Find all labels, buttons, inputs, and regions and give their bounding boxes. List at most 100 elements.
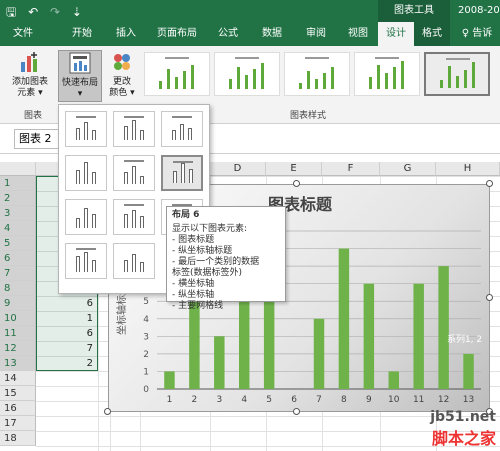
row-header-10[interactable]: 10 [0, 311, 36, 326]
chart-tools-label: 图表工具 [378, 0, 450, 22]
chart-style-2[interactable] [214, 52, 280, 96]
tab-design[interactable]: 设计 [378, 22, 414, 46]
layout-3[interactable] [161, 111, 203, 147]
resize-handle-right[interactable] [486, 294, 493, 301]
quick-layout-button[interactable]: 快速布局 ▾ [58, 50, 102, 102]
row-header-8[interactable]: 8 [0, 281, 36, 296]
data-label: 系列1, 2 [447, 333, 482, 345]
column-header-e[interactable]: E [266, 162, 322, 176]
cell-a12[interactable]: 7 [36, 341, 96, 356]
chart-style-1[interactable] [144, 52, 210, 96]
row-header-15[interactable]: 15 [0, 386, 36, 401]
watermark: jb51.net 脚本之家 [430, 409, 496, 449]
layout-6-selected[interactable] [161, 155, 203, 191]
save-icon[interactable]: 🖫 [6, 5, 16, 19]
tab-home[interactable]: 开始 [62, 22, 102, 46]
layout-5[interactable] [113, 155, 155, 191]
row-header-6[interactable]: 6 [0, 251, 36, 266]
name-box[interactable]: 图表 2 [14, 129, 60, 149]
y-tick-label: 1 [143, 367, 149, 377]
row-header-5[interactable]: 5 [0, 236, 36, 251]
bar [463, 353, 474, 389]
cell-a10[interactable]: 1 [36, 311, 96, 326]
row-header-1[interactable]: 1 [0, 176, 36, 191]
layout-11[interactable] [113, 243, 155, 279]
add-chart-element-button[interactable]: 添加图表 元素 ▾ [4, 50, 56, 99]
column-header-d[interactable]: D [210, 162, 266, 176]
row-header-11[interactable]: 11 [0, 326, 36, 341]
cell-a9[interactable]: 6 [36, 296, 96, 311]
bar [363, 283, 375, 389]
tab-formulas[interactable]: 公式 [208, 22, 248, 46]
x-tick-label: 10 [388, 395, 400, 405]
select-all-corner[interactable] [0, 162, 36, 176]
chart-style-4[interactable] [354, 52, 420, 96]
tab-view[interactable]: 视图 [340, 22, 376, 46]
row-header-13[interactable]: 13 [0, 356, 36, 371]
resize-handle-top[interactable] [293, 180, 300, 187]
layout-1[interactable] [65, 111, 107, 147]
row-header-14[interactable]: 14 [0, 371, 36, 386]
tab-file[interactable]: 文件 [6, 22, 40, 46]
tooltip-line: - 主要网格线 [172, 301, 224, 311]
tab-data[interactable]: 数据 [252, 22, 292, 46]
watermark-site: jb51.net [430, 409, 496, 425]
redo-icon[interactable]: ↷ [50, 5, 60, 19]
row-header-12[interactable]: 12 [0, 341, 36, 356]
tooltip-line: 标签(数据标签外) [172, 268, 243, 278]
row-header-2[interactable]: 2 [0, 191, 36, 206]
x-tick-label: 2 [192, 395, 198, 405]
cell-a13[interactable]: 2 [36, 356, 96, 371]
tab-format[interactable]: 格式 [414, 22, 450, 46]
x-tick-label: 5 [266, 395, 272, 405]
resize-handle-top-right[interactable] [486, 180, 493, 187]
quick-layout-label: 快速布局 ▾ [61, 78, 98, 99]
chart-style-5-selected[interactable] [424, 52, 490, 96]
chart-layouts-group-label: 图表 [24, 111, 43, 121]
tooltip-line: 显示以下图表元素: [172, 224, 248, 234]
tooltip-line: - 图表标题 [172, 235, 215, 245]
row-header-17[interactable]: 17 [0, 416, 36, 431]
layout-8[interactable] [113, 199, 155, 235]
bar [338, 248, 350, 389]
tab-page-layout[interactable]: 页面布局 [150, 22, 204, 46]
layout-4[interactable] [65, 155, 107, 191]
tab-review[interactable]: 审阅 [296, 22, 336, 46]
chart-styles-gallery [140, 50, 500, 102]
x-tick-label: 7 [316, 395, 322, 405]
bar [164, 371, 175, 389]
column-header-f[interactable]: F [322, 162, 380, 176]
tooltip-line: - 最后一个类别的数据 [172, 257, 260, 267]
bar [388, 371, 400, 389]
row-header-16[interactable]: 16 [0, 401, 36, 416]
cell-a11[interactable]: 6 [36, 326, 96, 341]
tab-insert[interactable]: 插入 [106, 22, 146, 46]
resize-handle-bottom-left[interactable] [104, 408, 111, 415]
change-colors-button[interactable]: 更改 颜色 ▾ [106, 50, 138, 99]
y-tick-label: 3 [143, 332, 149, 342]
layout-7[interactable] [65, 199, 107, 235]
undo-icon[interactable]: ↶ [28, 5, 38, 19]
column-header-g[interactable]: G [380, 162, 436, 176]
row-header-18[interactable]: 18 [0, 431, 36, 446]
bar [238, 301, 250, 389]
row-header-9[interactable]: 9 [0, 296, 36, 311]
x-tick-label: 13 [463, 395, 474, 405]
customize-icon[interactable]: ⇣ [72, 5, 82, 19]
layout-2[interactable] [113, 111, 155, 147]
row-header-4[interactable]: 4 [0, 221, 36, 236]
column-header-h[interactable]: H [436, 162, 500, 176]
y-tick-label: 5 [143, 297, 149, 307]
change-colors-label: 更改 颜色 ▾ [109, 77, 135, 98]
ribbon-tabs: 文件 开始 插入 页面布局 公式 数据 审阅 视图 设计 格式 ♀ 告诉 [0, 22, 500, 46]
layout-10[interactable] [65, 243, 107, 279]
row-header-7[interactable]: 7 [0, 266, 36, 281]
add-chart-element-label: 添加图表 元素 ▾ [11, 77, 48, 98]
x-tick-label: 9 [366, 395, 372, 405]
tab-tell-me[interactable]: ♀ 告诉 [454, 22, 500, 46]
x-tick-label: 12 [438, 395, 449, 405]
row-header-3[interactable]: 3 [0, 206, 36, 221]
bar [413, 283, 424, 389]
chart-style-3[interactable] [284, 52, 350, 96]
resize-handle-bottom[interactable] [293, 408, 300, 415]
